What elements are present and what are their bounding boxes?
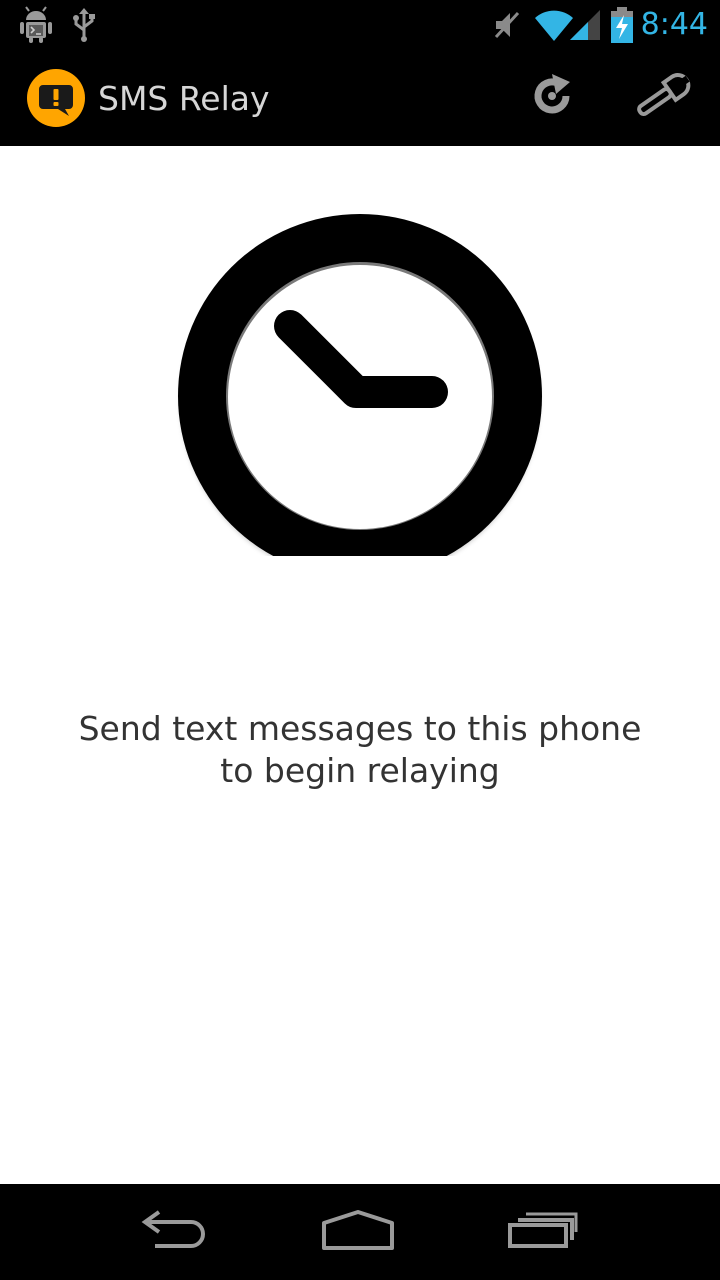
screen: 8:44 SMS Relay Send text messages to thi…: [0, 0, 720, 1280]
settings-button[interactable]: [614, 50, 710, 146]
clock-icon: [170, 176, 550, 580]
wrench-icon: [633, 72, 691, 124]
signal-icon: [568, 9, 602, 41]
home-button[interactable]: [298, 1184, 418, 1280]
refresh-button[interactable]: [504, 50, 600, 146]
action-bar: SMS Relay: [0, 50, 720, 146]
empty-state-message: Send text messages to this phone to begi…: [78, 709, 642, 790]
navigation-bar: [0, 1184, 720, 1280]
main-content: Send text messages to this phone to begi…: [0, 146, 720, 1184]
recent-apps-icon: [506, 1210, 578, 1254]
refresh-icon: [528, 72, 576, 124]
battery-charging-icon: [610, 7, 634, 43]
back-icon: [141, 1210, 211, 1254]
back-button[interactable]: [116, 1184, 236, 1280]
home-icon: [320, 1209, 396, 1255]
sms-relay-app-icon[interactable]: [26, 68, 86, 128]
android-debug-icon: [18, 6, 54, 44]
usb-icon: [70, 8, 98, 42]
status-bar: 8:44: [0, 0, 720, 50]
app-title: SMS Relay: [98, 79, 270, 118]
recent-apps-button[interactable]: [482, 1184, 602, 1280]
mute-icon: [492, 9, 522, 41]
status-time: 8:44: [640, 7, 708, 42]
